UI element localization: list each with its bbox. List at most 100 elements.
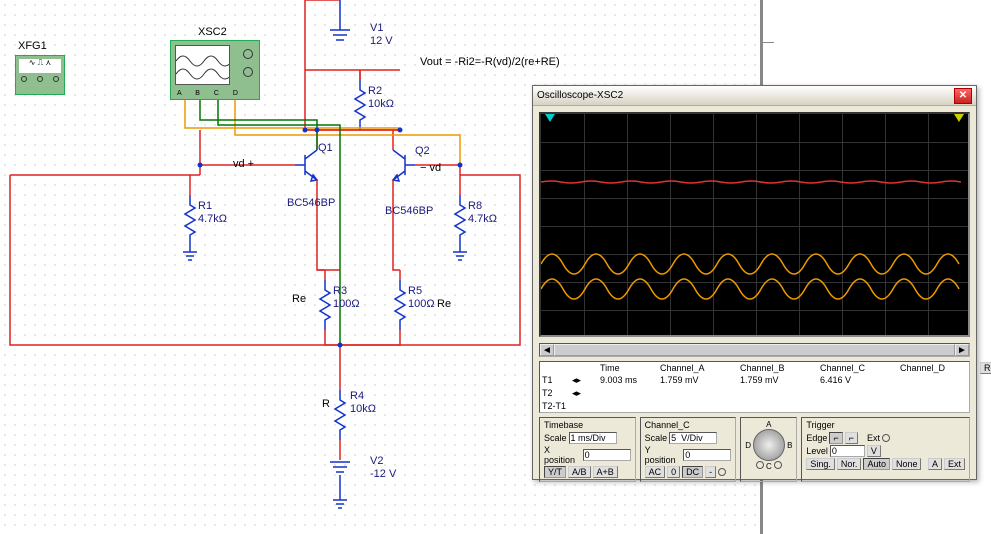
r4-name: R4 [350,390,364,402]
sel-b-label: B [787,441,792,450]
dt-label: T2-T1 [540,400,598,412]
re-left-label: Re [292,293,306,305]
trig-auto-button[interactable]: Auto [863,458,890,470]
channel-ypos-input[interactable] [683,449,731,461]
r1-value: 4.7kΩ [198,213,227,225]
v2-value: -12 V [370,468,396,480]
channel-selector-panel: A D B C [740,417,797,482]
channel-selector-knob[interactable] [753,429,785,461]
sel-radio[interactable] [774,461,782,469]
t1-chb: 1.759 mV [738,374,818,387]
r-label: R [322,398,330,410]
trigger-panel: Trigger Edge ⌐ ⌐ Ext Level V Sing. Nor. … [801,417,970,482]
xsc2-channel-labels: A B C D [177,90,244,97]
channel-title: Channel_C [645,420,732,430]
apb-button[interactable]: A+B [593,466,618,478]
timebase-xpos-label: X position [544,445,581,465]
r4-value: 10kΩ [350,403,376,415]
formula-text: Vout = -Ri2=-R(vd)/2(re+RE) [420,56,560,68]
v2-name: V2 [370,455,383,467]
timebase-panel: Timebase Scale X position Y/T A/B A+B [539,417,636,482]
t1-cha: 1.759 mV [658,374,738,387]
trigger-level-input[interactable] [830,445,865,457]
readout-hdr-time: Time [598,362,658,374]
channel-gnd-radio[interactable] [718,468,726,476]
sel-c-label: C [766,462,772,471]
readout-hdr-chb: Channel_B [738,362,818,374]
r5-value: 100Ω [408,298,435,310]
sel-radio[interactable] [756,461,764,469]
xsc2-instrument[interactable]: A B C D [170,40,260,100]
r3-value: 100Ω [333,298,360,310]
oscilloscope-titlebar[interactable]: Oscilloscope-XSC2 ✕ [533,86,976,106]
xsc2-knob[interactable] [243,49,253,59]
ab-button[interactable]: A/B [568,466,591,478]
ext-radio[interactable] [882,434,890,442]
channel-scale-input[interactable] [669,432,717,444]
oscilloscope-display[interactable] [539,112,970,337]
q2-name: Q2 [415,145,430,157]
t2-stepper[interactable]: ◂▸ [570,387,598,400]
r8-name: R8 [468,200,482,212]
zero-button[interactable]: 0 [667,466,680,478]
xfg1-terminal[interactable] [53,76,59,82]
r1-name: R1 [198,200,212,212]
xfg1-label: XFG1 [18,40,47,52]
trig-ext-button[interactable]: Ext [944,458,965,470]
r3-name: R3 [333,285,347,297]
t1-time: 9.003 ms [598,374,658,387]
xsc2-knob[interactable] [243,67,253,77]
trigger-title: Trigger [806,420,965,430]
timebase-xpos-input[interactable] [583,449,631,461]
oscilloscope-window[interactable]: Oscilloscope-XSC2 ✕ ◄ ► Time Channel_A C… [532,85,977,480]
xfg1-screen: ∿ ⎍ ⋏ [19,59,61,73]
close-button[interactable]: ✕ [954,88,972,104]
reverse-button[interactable]: Reverse [980,362,991,374]
r2-name: R2 [368,85,382,97]
edge-rising-button[interactable]: ⌐ [829,432,842,444]
q2-model: BC546BP [385,205,433,217]
yt-button[interactable]: Y/T [544,466,566,478]
vd-minus-label: − vd [420,162,441,174]
t2-label: T2 [540,387,570,400]
channel-ypos-label: Y position [645,445,682,465]
xfg1-terminal[interactable] [37,76,43,82]
trig-sing-button[interactable]: Sing. [806,458,835,470]
trig-none-button[interactable]: None [892,458,922,470]
trig-a-button[interactable]: A [928,458,942,470]
readout-hdr-cha: Channel_A [658,362,738,374]
readout-hdr-chd: Channel_D [898,362,978,374]
trigger-level-label: Level [806,446,828,456]
edge-falling-button[interactable]: ⌐ [845,432,858,444]
trig-nor-button[interactable]: Nor. [837,458,862,470]
re-right-label: Re [437,298,451,310]
r2-value: 10kΩ [368,98,394,110]
xsc2-label: XSC2 [198,26,227,38]
t1-stepper[interactable]: ◂▸ [570,374,598,387]
q1-name: Q1 [318,142,333,154]
r8-value: 4.7kΩ [468,213,497,225]
channel-scale-label: Scale [645,433,668,443]
scroll-thumb[interactable] [554,344,955,356]
channel-panel: Channel_C Scale Y position AC 0 DC - [640,417,737,482]
trigger-level-unit[interactable]: V [867,445,881,457]
scroll-left-arrow[interactable]: ◄ [540,344,554,356]
ext-label: Ext [867,433,880,443]
t1-chc: 6.416 V [818,374,898,387]
sel-d-label: D [745,441,751,450]
r5-name: R5 [408,285,422,297]
scroll-right-arrow[interactable]: ► [955,344,969,356]
q1-model: BC546BP [287,197,335,209]
timebase-scrollbar[interactable]: ◄ ► [539,343,970,357]
timebase-scale-input[interactable] [569,432,617,444]
dc-button[interactable]: DC [682,466,703,478]
xfg1-terminal[interactable] [21,76,27,82]
xfg1-instrument[interactable]: ∿ ⎍ ⋏ [15,55,65,95]
invert-button[interactable]: - [705,466,716,478]
ac-button[interactable]: AC [645,466,666,478]
ruler-tick [760,42,774,43]
v1-value: 12 V [370,35,393,47]
vd-plus-label: vd + [233,158,254,170]
timebase-title: Timebase [544,420,631,430]
oscilloscope-title: Oscilloscope-XSC2 [537,90,954,101]
